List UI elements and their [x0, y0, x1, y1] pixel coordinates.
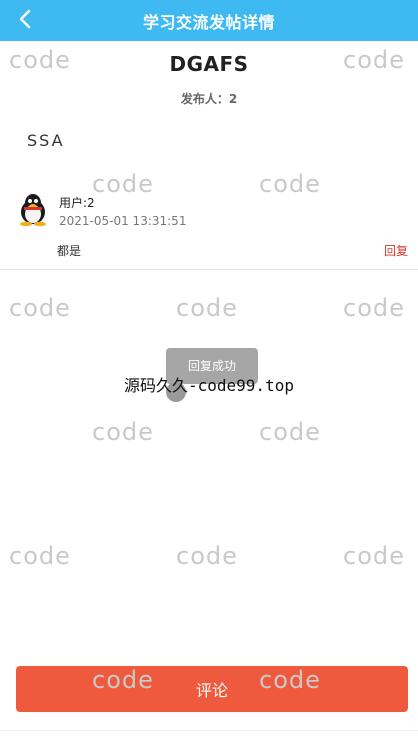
post-content: SSA	[27, 131, 65, 150]
comment-item: 用户:2 2021-05-01 13:31:51 都是 回复	[0, 186, 418, 270]
penguin-icon	[20, 194, 46, 227]
post-title: DGAFS	[169, 52, 249, 76]
watermark-text: code	[9, 542, 71, 570]
app-root: 学习交流发帖详情 DGAFS 发布人：2 SSA 用户:2 2021-05-01…	[0, 0, 418, 744]
watermark-text: code	[9, 294, 71, 322]
comment-user: 用户:2	[59, 196, 95, 210]
avatar	[18, 192, 48, 227]
watermark-text: code	[176, 542, 238, 570]
comment-button[interactable]: 评论	[16, 666, 408, 712]
watermark-text: code	[92, 418, 154, 446]
watermark-text: code	[343, 294, 405, 322]
watermark-text: code	[259, 418, 321, 446]
bottom-divider	[0, 730, 418, 731]
page-title: 学习交流发帖详情	[142, 12, 275, 32]
header-bar: 学习交流发帖详情	[0, 0, 418, 41]
comment-time: 2021-05-01 13:31:51	[59, 214, 187, 228]
comment-text: 都是	[57, 244, 82, 258]
post-author: 发布人：2	[180, 92, 238, 106]
site-watermark: 源码久久-code99.top	[124, 376, 294, 395]
back-button[interactable]	[14, 8, 36, 30]
watermark-text: code	[343, 542, 405, 570]
watermark-text: code	[176, 294, 238, 322]
reply-link[interactable]: 回复	[384, 242, 408, 259]
chevron-left-icon	[19, 9, 31, 29]
